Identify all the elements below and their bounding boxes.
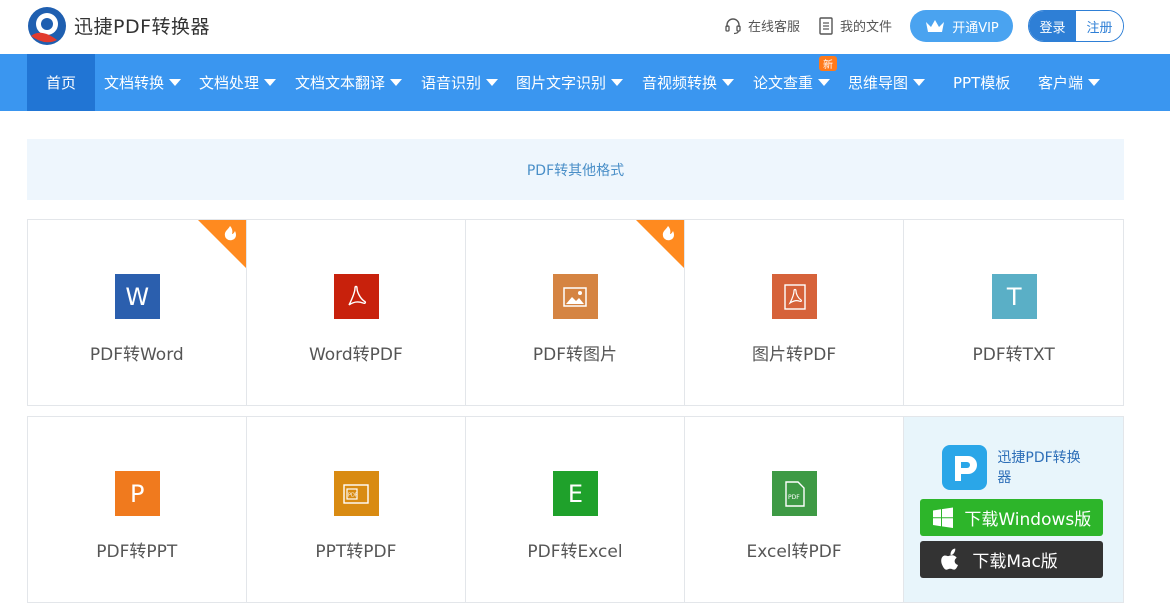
- windows-icon: [933, 507, 954, 528]
- nav-item-home[interactable]: 首页: [27, 54, 95, 111]
- tool-grid-row-2: P PDF转PPT PDF PPT转PDF E PDF转Excel PDF Ex…: [27, 416, 1124, 603]
- nav-label: 文档文本翻译: [295, 74, 386, 92]
- download-windows-label: 下载Windows版: [964, 510, 1092, 530]
- svg-text:PDF: PDF: [348, 492, 358, 498]
- document-icon: [819, 16, 833, 35]
- tool-label: PPT转PDF: [315, 542, 397, 562]
- customer-service-link[interactable]: 在线客服: [724, 16, 800, 35]
- tool-word-to-pdf[interactable]: Word转PDF: [247, 220, 467, 405]
- tool-pdf-to-txt[interactable]: T PDF转TXT: [904, 220, 1123, 405]
- nav-item-mindmap[interactable]: 思维导图: [848, 54, 926, 111]
- tool-label: PDF转PPT: [96, 542, 178, 562]
- nav-label: PPT模板: [953, 74, 1011, 92]
- tool-ppt-to-pdf[interactable]: PDF PPT转PDF: [247, 417, 467, 602]
- chevron-down-icon: [611, 79, 624, 86]
- ppt-pdf-icon: PDF: [333, 471, 379, 516]
- tool-grid-row-1: W PDF转Word Word转PDF PDF转图片 图片转PDF T PDF转…: [27, 219, 1124, 406]
- nav-label: 音视频转换: [642, 74, 718, 92]
- apple-icon: [941, 548, 959, 570]
- tool-label: Excel转PDF: [746, 542, 842, 562]
- register-button[interactable]: 注册: [1076, 11, 1123, 41]
- nav-item-translate[interactable]: 文档文本翻译: [295, 54, 403, 111]
- crown-icon: [926, 20, 945, 32]
- download-mac-button[interactable]: 下载Mac版: [920, 541, 1104, 578]
- download-panel: 迅捷PDF转换器 下载Windows版 下载Mac版: [904, 417, 1123, 602]
- customer-service-label: 在线客服: [748, 20, 801, 35]
- tool-label: PDF转TXT: [972, 345, 1055, 365]
- tool-pdf-to-ppt[interactable]: P PDF转PPT: [28, 417, 247, 602]
- open-vip-button[interactable]: 开通VIP: [910, 10, 1013, 42]
- chevron-down-icon: [486, 79, 499, 86]
- nav-item-speech[interactable]: 语音识别: [421, 54, 499, 111]
- vip-label: 开通VIP: [952, 20, 999, 36]
- tool-excel-to-pdf[interactable]: PDF Excel转PDF: [685, 417, 905, 602]
- app-logo-icon: [942, 445, 988, 490]
- chevron-down-icon: [390, 79, 403, 86]
- nav-item-ocr[interactable]: 图片文字识别: [516, 54, 624, 111]
- excel-icon: E: [552, 471, 598, 516]
- app-name: 迅捷PDF转换器: [997, 450, 1081, 486]
- auth-buttons: 登录 注册: [1028, 10, 1124, 42]
- chevron-down-icon: [1088, 79, 1101, 86]
- my-files-link[interactable]: 我的文件: [818, 16, 892, 35]
- tool-label: PDF转图片: [532, 345, 618, 365]
- tool-pdf-to-image[interactable]: PDF转图片: [466, 220, 685, 405]
- brand-name[interactable]: 迅捷PDF转换器: [74, 12, 210, 39]
- chevron-down-icon: [818, 79, 831, 86]
- tool-image-to-pdf[interactable]: 图片转PDF: [685, 220, 905, 405]
- nav-item-doc-convert[interactable]: 文档转换: [104, 54, 182, 111]
- acrobat-icon: [772, 274, 818, 319]
- nav-label: 客户端: [1038, 74, 1084, 92]
- login-button[interactable]: 登录: [1029, 11, 1076, 41]
- nav-label: 语音识别: [421, 74, 482, 92]
- nav-label: 文档处理: [199, 74, 260, 92]
- nav-label: 首页: [45, 74, 76, 92]
- tool-pdf-to-word[interactable]: W PDF转Word: [28, 220, 247, 405]
- new-badge: 新: [819, 56, 837, 71]
- section-title: PDF转其他格式: [27, 139, 1124, 200]
- pdf-doc-icon: PDF: [772, 471, 818, 516]
- hot-fire-icon: [635, 220, 684, 268]
- nav-label: 文档转换: [104, 74, 165, 92]
- nav-label: 图片文字识别: [516, 74, 607, 92]
- nav-item-doc-process[interactable]: 文档处理: [199, 54, 277, 111]
- nav-item-client[interactable]: 客户端: [1038, 54, 1101, 111]
- acrobat-icon: [333, 274, 379, 319]
- chevron-down-icon: [169, 79, 182, 86]
- text-icon: T: [991, 274, 1037, 319]
- tool-label: PDF转Excel: [527, 542, 623, 562]
- my-files-label: 我的文件: [840, 20, 893, 35]
- chevron-down-icon: [264, 79, 277, 86]
- nav-label: 论文查重: [753, 74, 814, 92]
- headset-icon: [725, 17, 741, 34]
- tool-pdf-to-excel[interactable]: E PDF转Excel: [466, 417, 685, 602]
- download-windows-button[interactable]: 下载Windows版: [920, 499, 1104, 536]
- svg-text:PDF: PDF: [788, 494, 800, 501]
- nav-item-av-convert[interactable]: 音视频转换: [642, 54, 735, 111]
- download-mac-label: 下载Mac版: [972, 552, 1058, 572]
- chevron-down-icon: [913, 79, 926, 86]
- top-header: 迅捷PDF转换器 在线客服 我的文件 开通VIP 登录 注册: [0, 0, 1170, 54]
- hot-fire-icon: [197, 220, 246, 268]
- word-icon: W: [114, 274, 160, 319]
- tool-label: 图片转PDF: [752, 345, 837, 365]
- chevron-down-icon: [722, 79, 735, 86]
- image-icon: [552, 274, 598, 319]
- tool-label: Word转PDF: [308, 345, 403, 365]
- powerpoint-icon: P: [114, 471, 160, 516]
- main-nav: 首页 文档转换 文档处理 文档文本翻译 语音识别 图片文字识别 音视频转换 论文…: [0, 54, 1170, 111]
- brand-logo-icon[interactable]: [27, 6, 67, 46]
- nav-item-ppt-template[interactable]: PPT模板: [953, 54, 1010, 111]
- nav-label: 思维导图: [848, 74, 909, 92]
- tool-label: PDF转Word: [89, 345, 184, 365]
